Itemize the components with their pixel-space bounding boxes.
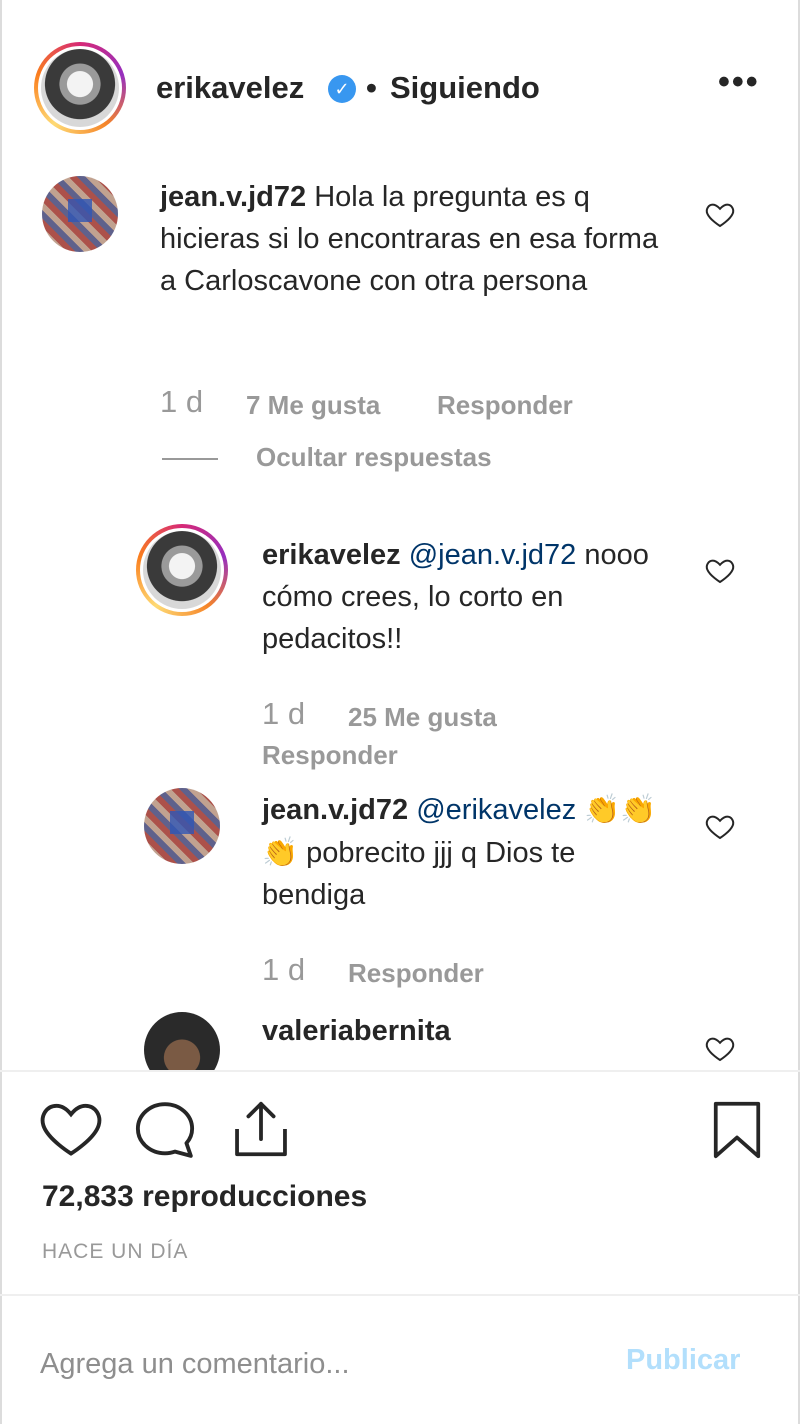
reply-button[interactable]: Responder — [348, 958, 484, 989]
separator: • — [366, 70, 377, 105]
follow-status-button[interactable]: Siguiendo — [390, 70, 540, 106]
reply-like-icon[interactable] — [704, 810, 736, 842]
reply-mention[interactable]: @jean.v.jd72 — [409, 539, 577, 571]
add-comment-input[interactable] — [40, 1340, 600, 1388]
reply-item: jean.v.jd72 @erikavelez 👏👏👏 pobrecito jj… — [0, 782, 800, 1012]
reply-text: valeriabernita — [262, 1010, 682, 1052]
share-icon[interactable] — [232, 1098, 290, 1160]
comment-likes[interactable]: 7 Me gusta — [246, 390, 380, 421]
reply-username[interactable]: erikavelez — [262, 539, 401, 571]
commenter-avatar[interactable] — [42, 176, 118, 252]
more-options-icon[interactable]: ••• — [718, 65, 762, 102]
reply-time: 1 d — [262, 696, 306, 731]
reply-likes[interactable]: 25 Me gusta — [348, 702, 497, 733]
reply-text: jean.v.jd72 @erikavelez 👏👏👏 pobrecito jj… — [262, 792, 657, 911]
reply-text: erikavelez @jean.v.jd72 nooo cómo crees,… — [262, 539, 649, 655]
replier-avatar[interactable] — [144, 788, 220, 864]
divider — [0, 1070, 800, 1072]
reply-mention[interactable]: @erikavelez — [416, 794, 576, 826]
replier-avatar[interactable] — [144, 1012, 220, 1070]
author-username[interactable]: erikavelez — [156, 70, 304, 106]
hide-replies-line — [162, 458, 218, 460]
comment-item: jean.v.jd72 Hola la pregunta es q hicier… — [0, 170, 800, 470]
reply-time: 1 d — [262, 952, 306, 987]
comment-time: 1 d — [160, 384, 204, 419]
reply-username[interactable]: valeriabernita — [262, 1015, 451, 1047]
reply-button[interactable]: Responder — [262, 740, 398, 771]
comment-username[interactable]: jean.v.jd72 — [160, 181, 306, 213]
heart-icon[interactable] — [40, 1100, 102, 1158]
publish-button[interactable]: Publicar — [626, 1344, 740, 1377]
reply-meta: 1 d Responder — [262, 952, 742, 988]
reply-like-icon[interactable] — [704, 1032, 736, 1064]
reply-item: valeriabernita — [0, 1006, 800, 1070]
comment-text: jean.v.jd72 Hola la pregunta es q hicier… — [160, 181, 659, 297]
comment-like-icon[interactable] — [704, 198, 736, 230]
comments-list: jean.v.jd72 Hola la pregunta es q hicier… — [0, 170, 800, 1070]
post-date: HACE UN DÍA — [42, 1240, 189, 1263]
bookmark-icon[interactable] — [712, 1100, 762, 1160]
replier-avatar[interactable] — [136, 524, 228, 616]
comment-icon[interactable] — [134, 1100, 196, 1160]
divider — [0, 1294, 800, 1296]
reply-like-icon[interactable] — [704, 554, 736, 586]
reply-meta: 1 d 25 Me gusta Responder — [262, 696, 742, 770]
comment-meta: 1 d 7 Me gusta Responder — [160, 384, 760, 420]
reply-item: erikavelez @jean.v.jd72 nooo cómo crees,… — [0, 520, 800, 770]
post-header: erikavelez ✓ • Siguiendo ••• — [0, 0, 800, 170]
reply-button[interactable]: Responder — [437, 390, 573, 421]
reply-username[interactable]: jean.v.jd72 — [262, 794, 408, 826]
hide-replies-button[interactable]: Ocultar respuestas — [256, 442, 492, 473]
views-count: 72,833 reproducciones — [42, 1180, 368, 1213]
author-avatar[interactable] — [34, 42, 126, 134]
verified-badge-icon: ✓ — [328, 75, 356, 103]
